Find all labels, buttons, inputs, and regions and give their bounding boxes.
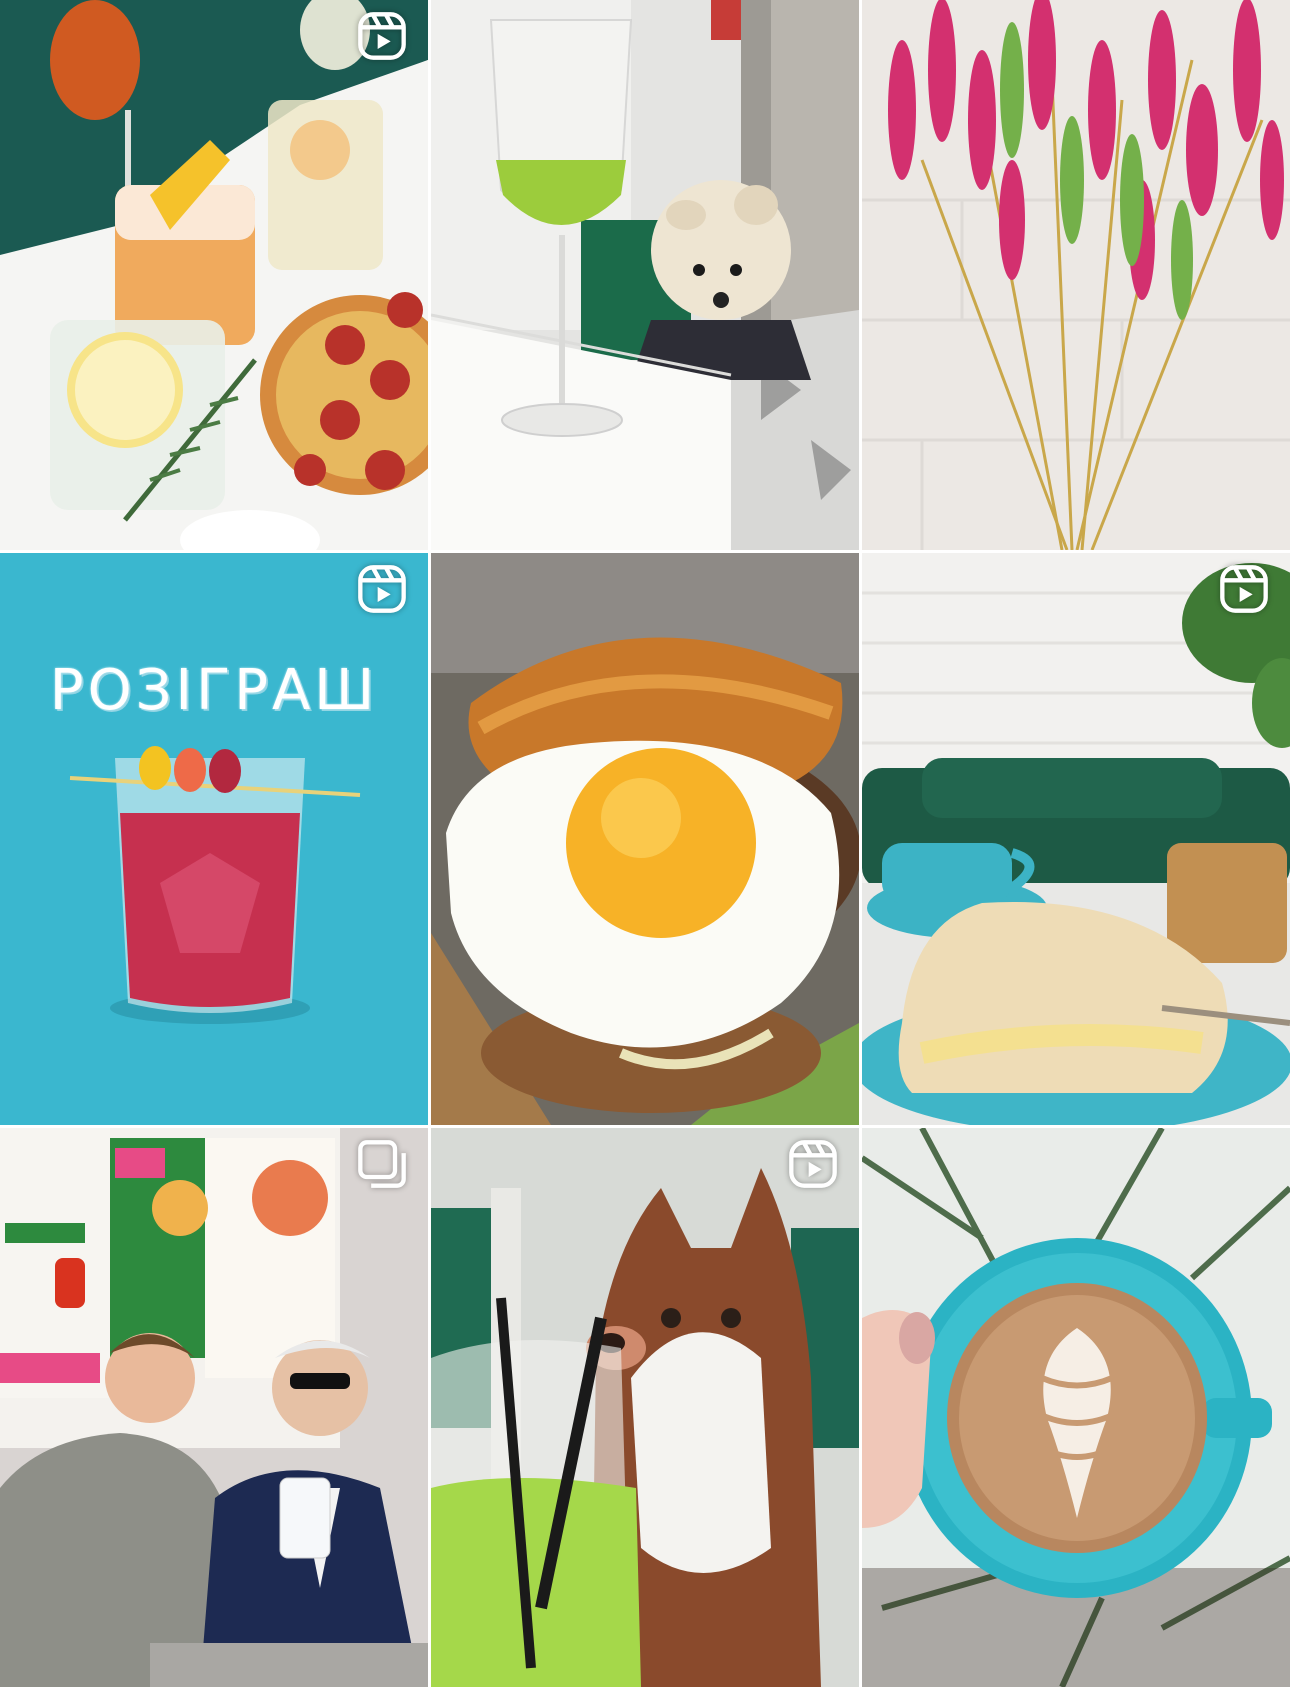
post-image (431, 0, 859, 550)
post-grid: РОЗІГРАШ (0, 0, 1290, 1687)
reel-badge (356, 10, 408, 62)
post-cocktails-pizza[interactable] (0, 0, 428, 550)
post-husky-green-drink[interactable] (431, 1128, 859, 1687)
post-napoleon-cake-coffee[interactable] (862, 553, 1290, 1125)
post-image (862, 0, 1290, 550)
reel-badge (787, 1138, 839, 1190)
reel-icon (358, 565, 406, 613)
post-image (0, 553, 428, 1125)
post-image (0, 0, 428, 550)
post-image (862, 553, 1290, 1125)
post-giveaway-drink[interactable]: РОЗІГРАШ (0, 553, 428, 1125)
carousel-badge (356, 1138, 408, 1190)
post-menu-board-people[interactable] (0, 1128, 428, 1687)
post-latte-art-cup[interactable] (862, 1128, 1290, 1687)
post-image (431, 553, 859, 1125)
reel-icon (1220, 565, 1268, 613)
reel-icon (789, 1140, 837, 1188)
post-pink-wheat[interactable] (862, 0, 1290, 550)
post-image (862, 1128, 1290, 1687)
post-green-wine-dog[interactable] (431, 0, 859, 550)
reel-icon (358, 12, 406, 60)
reel-badge (356, 563, 408, 615)
post-egg-burger[interactable] (431, 553, 859, 1125)
carousel-icon (358, 1140, 406, 1188)
post-image (0, 1128, 428, 1687)
post-image (431, 1128, 859, 1687)
reel-badge (1218, 563, 1270, 615)
giveaway-title: РОЗІГРАШ (49, 658, 379, 723)
